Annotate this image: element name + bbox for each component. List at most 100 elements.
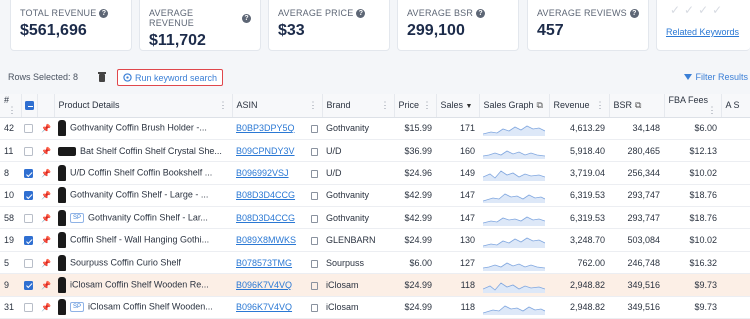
table-row[interactable]: 8 📌 U/D Coffin Shelf Coffin Bookshelf ... B…: [0, 161, 750, 185]
column-menu-icon[interactable]: ⋮: [381, 100, 390, 111]
col-brand[interactable]: Brand ⋮: [322, 94, 395, 118]
product-thumbnail[interactable]: [58, 254, 66, 271]
select-all-checkbox[interactable]: [24, 101, 34, 111]
pin-icon[interactable]: 📌: [41, 147, 51, 156]
help-icon[interactable]: ?: [476, 8, 486, 18]
sparkline[interactable]: [483, 255, 545, 271]
product-cell[interactable]: iClosam Coffin Shelf Wooden Re...: [54, 273, 232, 297]
filter-results-button[interactable]: Filter Results: [684, 72, 748, 82]
sales-graph-cell[interactable]: [479, 228, 549, 252]
pin-icon[interactable]: 📌: [41, 281, 51, 290]
help-icon[interactable]: ?: [242, 13, 251, 23]
row-checkbox[interactable]: [24, 258, 33, 268]
product-title[interactable]: Sourpuss Coffin Curio Shelf: [70, 257, 181, 267]
copy-icon[interactable]: [311, 214, 318, 223]
pin-icon[interactable]: 📌: [41, 214, 51, 223]
copy-icon[interactable]: [311, 192, 318, 201]
pin-icon[interactable]: 📌: [41, 169, 51, 178]
row-checkbox[interactable]: [24, 280, 33, 290]
product-title[interactable]: Gothvanity Coffin Shelf - Large - ...: [70, 190, 208, 200]
col-sales-graph[interactable]: Sales Graph ⧉: [479, 94, 550, 118]
product-cell[interactable]: Sourpuss Coffin Curio Shelf: [54, 251, 232, 275]
copy-icon[interactable]: [311, 147, 318, 156]
product-cell[interactable]: Bat Shelf Coffin Shelf Crystal She...: [54, 139, 232, 163]
product-title[interactable]: Bat Shelf Coffin Shelf Crystal She...: [80, 146, 222, 156]
col-bsr[interactable]: BSR ⧉: [609, 94, 665, 118]
product-title[interactable]: Gothvanity Coffin Brush Holder -...: [70, 123, 207, 133]
product-thumbnail[interactable]: [58, 187, 66, 204]
sparkline[interactable]: [483, 277, 545, 293]
sparkline[interactable]: [483, 232, 545, 249]
product-thumbnail[interactable]: [58, 120, 66, 137]
product-thumbnail[interactable]: [58, 299, 66, 316]
product-title[interactable]: iClosam Coffin Shelf Wooden Re...: [70, 279, 209, 289]
pin-icon[interactable]: 📌: [41, 303, 51, 312]
col-revenue[interactable]: Revenue ⋮: [549, 94, 610, 118]
product-title[interactable]: Gothvanity Coffin Shelf - Lar...: [88, 212, 208, 222]
row-checkbox[interactable]: [24, 236, 33, 246]
sales-graph-cell[interactable]: [479, 161, 549, 185]
product-thumbnail[interactable]: [58, 164, 66, 181]
asin-link[interactable]: B096992VSJ: [236, 168, 289, 178]
product-cell[interactable]: U/D Coffin Shelf Coffin Bookshelf ...: [54, 161, 232, 185]
table-row[interactable]: 42 📌 Gothvanity Coffin Brush Holder -... B0…: [0, 117, 750, 140]
pin-icon[interactable]: 📌: [41, 259, 51, 268]
chart-icon[interactable]: ⧉: [537, 100, 543, 110]
sales-graph-cell[interactable]: [479, 251, 549, 275]
product-thumbnail[interactable]: [58, 276, 66, 293]
row-checkbox[interactable]: [24, 124, 33, 134]
column-menu-icon[interactable]: ⋮: [8, 105, 17, 116]
copy-icon[interactable]: [311, 259, 318, 268]
product-cell[interactable]: Gothvanity Coffin Brush Holder -...: [54, 117, 232, 140]
col-price[interactable]: Price ⋮: [394, 94, 437, 118]
product-thumbnail[interactable]: [58, 146, 76, 156]
table-row[interactable]: 31 📌 SP iClosam Coffin Shelf Wooden... B096K…: [0, 296, 750, 319]
pin-icon[interactable]: 📌: [41, 124, 51, 133]
copy-icon[interactable]: [311, 237, 318, 246]
sales-graph-cell[interactable]: [479, 139, 549, 163]
product-cell[interactable]: Coffin Shelf - Wall Hanging Gothi...: [54, 228, 232, 252]
copy-icon[interactable]: [311, 304, 318, 313]
sparkline[interactable]: [483, 120, 545, 137]
help-icon[interactable]: ?: [356, 8, 366, 18]
col-asin[interactable]: ASIN ⋮: [232, 94, 323, 118]
sales-graph-cell[interactable]: [479, 184, 549, 208]
product-cell[interactable]: SP iClosam Coffin Shelf Wooden...: [54, 296, 232, 319]
chart-icon[interactable]: ⧉: [635, 100, 641, 110]
sparkline[interactable]: [483, 299, 545, 316]
sparkline[interactable]: [483, 143, 545, 159]
sparkline[interactable]: [483, 165, 545, 181]
pin-icon[interactable]: 📌: [41, 236, 51, 245]
table-row[interactable]: 10 📌 Gothvanity Coffin Shelf - Large - ...…: [0, 184, 750, 208]
column-menu-icon[interactable]: ⋮: [219, 100, 228, 111]
asin-link[interactable]: B089X8MWKS: [236, 235, 296, 245]
sort-desc-icon[interactable]: ▼: [466, 103, 473, 110]
col-select-all[interactable]: [21, 94, 38, 118]
copy-icon[interactable]: [311, 169, 318, 178]
sales-graph-cell[interactable]: [479, 206, 549, 230]
col-fba-fees[interactable]: FBA Fees ⋮: [664, 94, 722, 118]
sales-graph-cell[interactable]: [479, 273, 549, 297]
asin-link[interactable]: B078573TMG: [236, 258, 292, 268]
row-checkbox[interactable]: [24, 169, 33, 179]
sparkline[interactable]: [483, 187, 545, 204]
asin-link[interactable]: B08D3D4CCG: [236, 213, 295, 223]
row-checkbox[interactable]: [24, 191, 33, 201]
copy-icon[interactable]: [311, 125, 318, 134]
product-cell[interactable]: SP Gothvanity Coffin Shelf - Lar...: [54, 206, 232, 230]
product-title[interactable]: iClosam Coffin Shelf Wooden...: [88, 302, 213, 312]
column-menu-icon[interactable]: ⋮: [708, 105, 717, 116]
asin-link[interactable]: B09CPNDY3V: [236, 146, 295, 156]
table-row[interactable]: 11 📌 Bat Shelf Coffin Shelf Crystal She...…: [0, 139, 750, 163]
column-menu-icon[interactable]: ⋮: [423, 100, 432, 111]
help-icon[interactable]: ?: [99, 8, 109, 18]
row-checkbox[interactable]: [24, 213, 33, 223]
related-keywords-link[interactable]: Related Keywords: [666, 27, 741, 37]
col-truncated[interactable]: A S: [721, 94, 750, 118]
col-sales[interactable]: Sales ▼: [436, 94, 480, 118]
run-keyword-search-button[interactable]: Run keyword search: [117, 69, 224, 86]
row-checkbox[interactable]: [24, 146, 33, 156]
copy-icon[interactable]: [311, 281, 318, 290]
product-thumbnail[interactable]: [58, 232, 66, 249]
table-row[interactable]: 9 📌 iClosam Coffin Shelf Wooden Re... B096K…: [0, 273, 750, 297]
